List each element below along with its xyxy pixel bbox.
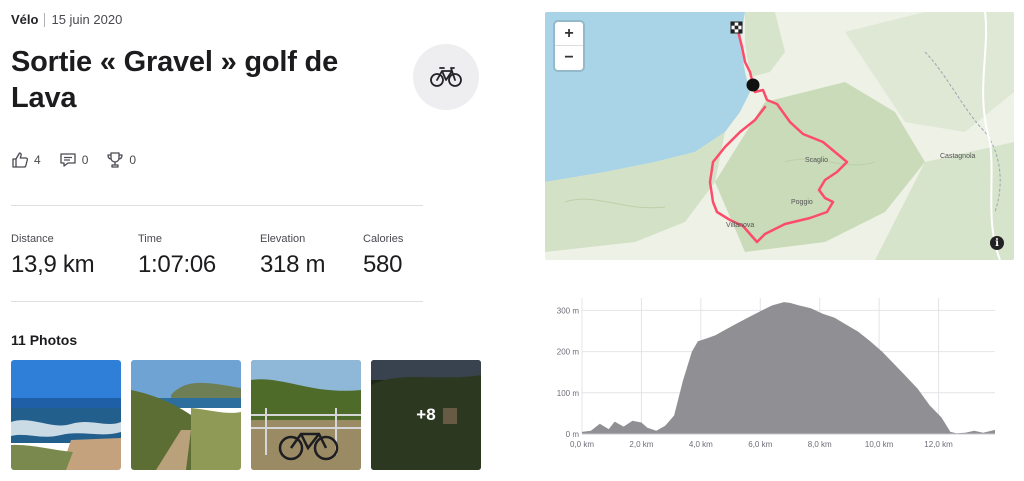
stat-value: 13,9 km xyxy=(11,251,95,278)
stat-value: 1:07:06 xyxy=(138,251,216,278)
y-tick-label: 200 m xyxy=(557,348,580,357)
route-map[interactable]: Scaglio Poggio Villanova Castagnola + − … xyxy=(545,12,1014,260)
y-tick-label: 0 m xyxy=(566,430,580,439)
activity-date: 15 juin 2020 xyxy=(51,12,123,27)
social-actions: 4 0 0 xyxy=(11,151,136,169)
map-info-icon[interactable]: i xyxy=(990,236,1004,250)
stat-label: Time xyxy=(138,233,163,245)
x-tick-label: 0,0 km xyxy=(570,440,594,449)
photo-thumbnail[interactable] xyxy=(11,360,121,470)
kudos-count: 4 xyxy=(34,153,41,167)
x-tick-label: 12,0 km xyxy=(924,440,953,449)
kudos-button[interactable]: 4 xyxy=(11,151,41,169)
achievements-button[interactable]: 0 xyxy=(106,151,136,169)
more-photos-label: +8 xyxy=(371,360,481,470)
x-tick-label: 2,0 km xyxy=(629,440,653,449)
meta-divider xyxy=(44,12,46,27)
map-place-label: Castagnola xyxy=(940,153,976,160)
zoom-in-button[interactable]: + xyxy=(555,22,583,46)
comment-icon xyxy=(60,153,76,167)
x-tick-label: 4,0 km xyxy=(689,440,713,449)
zoom-controls: + − xyxy=(555,22,583,70)
stat-distance: Distance 13,9 km xyxy=(11,233,138,279)
section-divider xyxy=(11,301,423,302)
zoom-out-button[interactable]: − xyxy=(555,46,583,70)
photo-strip: +8 xyxy=(11,360,481,470)
x-tick-label: 10,0 km xyxy=(865,440,894,449)
stats-row: Distance 13,9 km Time 1:07:06 Elevation … xyxy=(11,233,443,279)
thumbs-up-icon xyxy=(12,152,29,168)
activity-title: Sortie « Gravel » golf de Lava xyxy=(11,46,338,114)
x-tick-label: 8,0 km xyxy=(808,440,832,449)
sport-badge xyxy=(413,44,479,110)
elevation-profile: 0 m 100 m 200 m 300 m 0,0 km 2,0 km 4,0 km 6,0 … xyxy=(545,290,1014,460)
comments-count: 0 xyxy=(81,153,89,167)
activity-summary: Vélo 15 juin 2020 Sortie « Gravel » golf… xyxy=(11,0,481,481)
photo-thumbnail[interactable] xyxy=(131,360,241,470)
map-canvas[interactable]: Scaglio Poggio Villanova Castagnola xyxy=(545,12,1014,260)
photos-title: 11 Photos xyxy=(11,332,78,348)
stat-label: Calories xyxy=(363,233,404,245)
stat-calories: Calories 580 xyxy=(363,233,443,279)
section-divider xyxy=(11,205,423,206)
sport-type: Vélo xyxy=(11,12,39,27)
map-place-label: Poggio xyxy=(791,199,813,206)
stat-elevation: Elevation 318 m xyxy=(260,233,363,279)
x-tick-label: 6,0 km xyxy=(748,440,772,449)
elevation-area xyxy=(582,302,995,434)
photo-thumbnail[interactable] xyxy=(251,360,361,470)
y-tick-label: 100 m xyxy=(557,389,580,398)
trophy-icon xyxy=(107,152,124,168)
stat-label: Distance xyxy=(11,233,54,245)
photo-thumbnail-more[interactable]: +8 xyxy=(371,360,481,470)
elevation-chart: 0 m 100 m 200 m 300 m 0,0 km 2,0 km 4,0 km 6,0 … xyxy=(557,298,995,449)
stat-time: Time 1:07:06 xyxy=(138,233,260,279)
stat-label: Elevation xyxy=(260,233,306,245)
map-place-label: Villanova xyxy=(726,222,754,229)
stat-value: 318 m xyxy=(260,251,326,278)
stat-value: 580 xyxy=(363,251,403,278)
activity-meta: Vélo 15 juin 2020 xyxy=(11,12,122,27)
comment-button[interactable]: 0 xyxy=(59,151,89,169)
map-place-label: Scaglio xyxy=(805,157,828,164)
bike-icon xyxy=(430,67,462,87)
y-tick-label: 300 m xyxy=(557,306,580,315)
achievements-count: 0 xyxy=(129,153,137,167)
